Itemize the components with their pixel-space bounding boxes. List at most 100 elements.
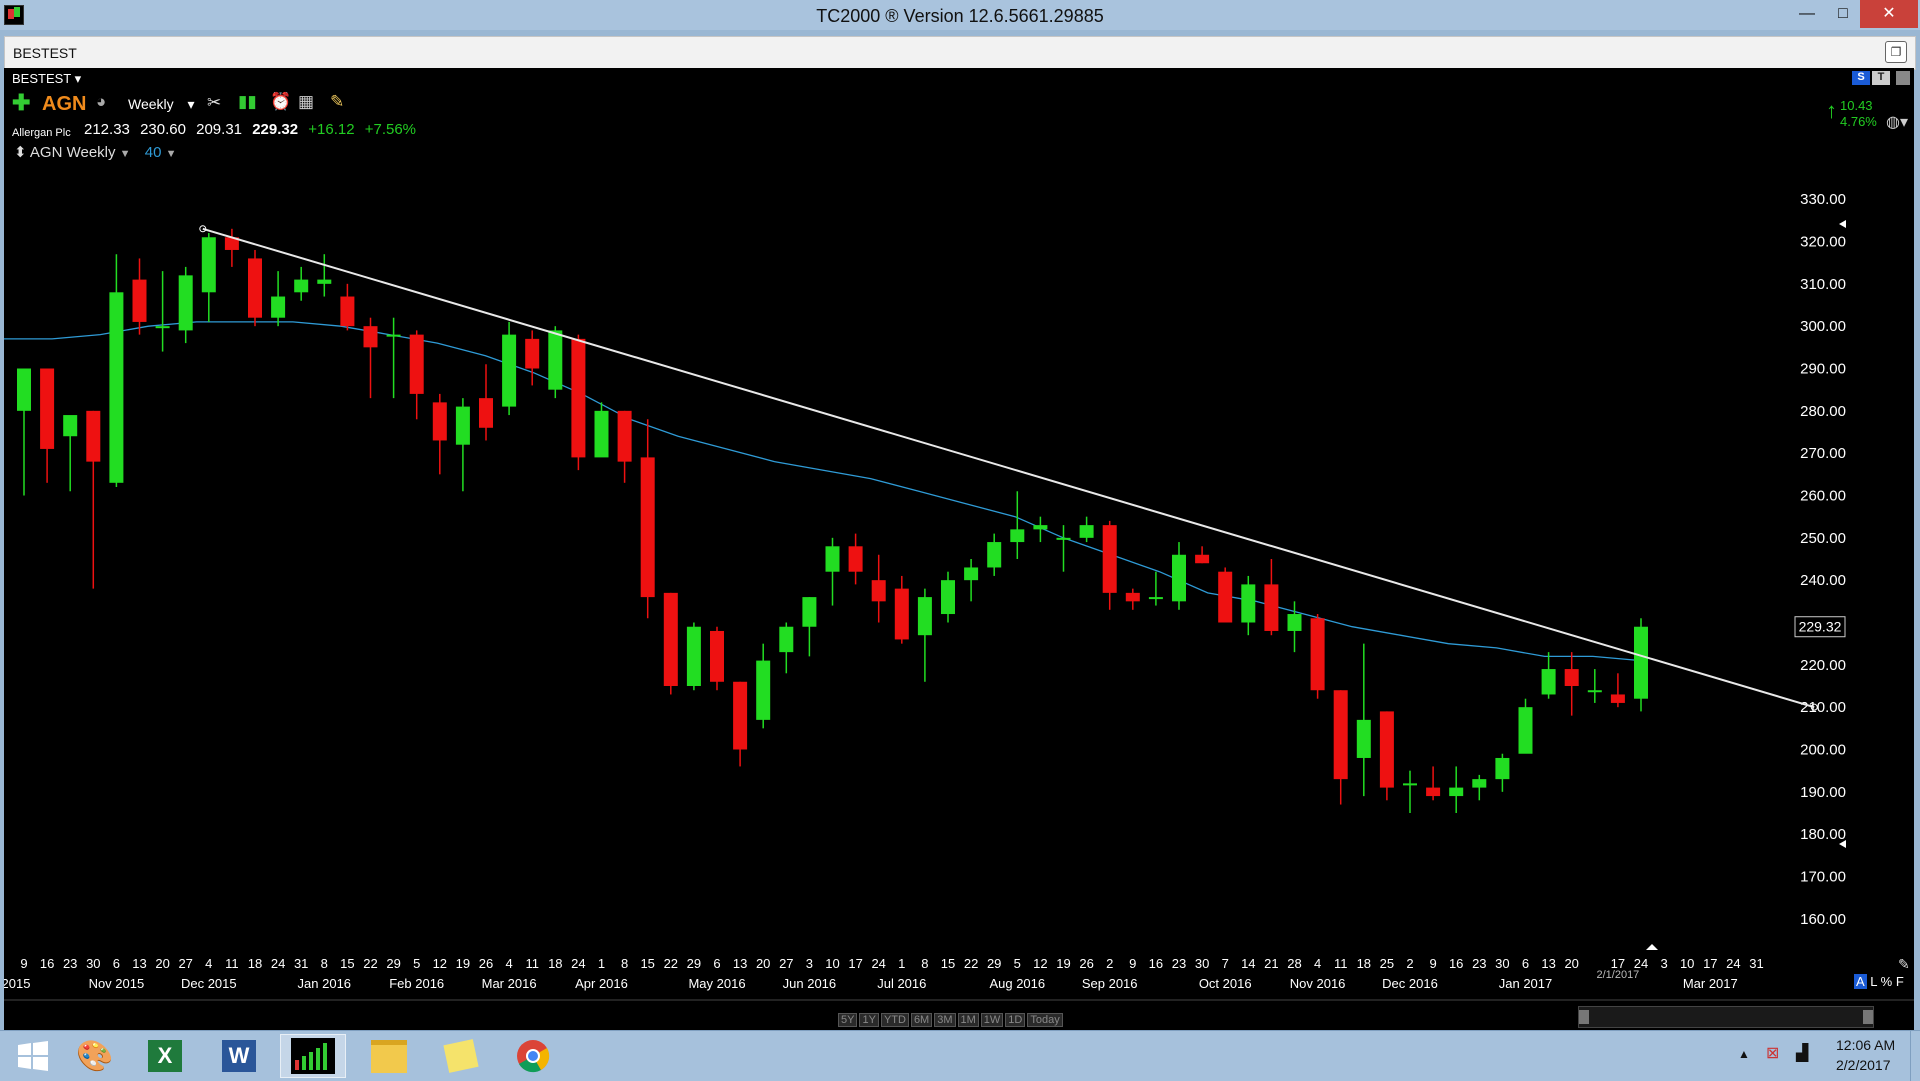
x-tick-label: 24	[271, 956, 285, 971]
x-tick-label: 20	[155, 956, 169, 971]
period-5y-button[interactable]: 5Y	[838, 1013, 858, 1027]
scale-t-button[interactable]: T	[1872, 71, 1890, 85]
clock-time[interactable]: 12:06 AM	[1836, 1037, 1895, 1053]
tools-icon[interactable]: ✂	[207, 93, 221, 113]
period-today-button[interactable]: Today	[1027, 1013, 1063, 1027]
x-tick-label: 1	[898, 956, 905, 971]
add-icon[interactable]: ✚	[12, 90, 30, 116]
x-tick-label: 23	[63, 956, 77, 971]
period-3m-button[interactable]: 3M	[934, 1013, 956, 1027]
x-tick-label: 15	[340, 956, 354, 971]
candle-body	[825, 546, 840, 572]
candle-body	[525, 338, 540, 369]
candle-body	[271, 296, 286, 318]
study-row[interactable]: ⬍ AGN Weekly ▼ 40 ▼	[14, 143, 176, 161]
candle-body	[1102, 525, 1117, 593]
candle-body	[1587, 690, 1602, 693]
x-tick-label: 29	[386, 956, 400, 971]
low-value: 209.31	[196, 121, 243, 138]
close-button[interactable]: ✕	[1860, 0, 1918, 28]
taskbar-excel[interactable]: X	[132, 1034, 198, 1078]
window-small-icon[interactable]	[1896, 71, 1910, 85]
x-month-label: Jan 2017	[1499, 976, 1553, 991]
scale-a-button[interactable]: A	[1854, 974, 1867, 989]
restore-window-icon[interactable]: ❐	[1885, 41, 1907, 63]
palette-icon[interactable]: ◍▾	[1886, 112, 1908, 132]
x-tick-label: 19	[456, 956, 470, 971]
signal-icon[interactable]: ▟	[1796, 1043, 1808, 1063]
price-chart[interactable]: 330.00 320.00 310.00 300.00 290.00 280.00 270.…	[4, 68, 1914, 1030]
x-month-label: 2/1/2017	[1596, 969, 1639, 981]
candle-body	[1079, 525, 1094, 538]
x-month-label: Mar 2016	[482, 976, 537, 991]
period-6m-button[interactable]: 6M	[910, 1013, 933, 1027]
x-tick-label: 30	[1495, 956, 1509, 971]
taskbar-chrome[interactable]	[500, 1034, 566, 1078]
taskbar-paint[interactable]: 🎨	[62, 1034, 128, 1078]
x-month-label: Dec 2015	[181, 976, 237, 991]
timeframe-dropdown[interactable]: Weekly ▾	[128, 96, 195, 113]
scale-mode-controls[interactable]: A L % F	[1854, 974, 1904, 989]
timeline-scrollbar[interactable]	[1578, 1006, 1874, 1028]
y-tick-label: 180.00	[1800, 826, 1846, 843]
alarm-clock-icon[interactable]: ⏰	[270, 92, 291, 112]
candle-body	[455, 406, 470, 445]
x-tick-label: 18	[1357, 956, 1371, 971]
scrollbar-right-handle[interactable]	[1863, 1010, 1873, 1024]
axis-marker-icon	[1839, 220, 1846, 228]
candle-body	[1033, 525, 1048, 530]
scale-l-button[interactable]: L	[1870, 974, 1877, 989]
scale-s-button[interactable]: S	[1852, 71, 1870, 85]
x-tick-label: 13	[733, 956, 747, 971]
y-tick-label: 200.00	[1800, 742, 1846, 759]
calculator-icon[interactable]: ▦	[298, 92, 314, 112]
bar-chart-icon[interactable]: ▮▮	[238, 92, 257, 112]
ma-period[interactable]: 40	[145, 144, 162, 161]
x-tick-label: 22	[363, 956, 377, 971]
y-tick-label: 310.00	[1800, 276, 1846, 293]
x-month-label: Dec 2016	[1382, 976, 1438, 991]
layout-tab-label[interactable]: BESTEST	[13, 45, 77, 61]
clock-date[interactable]: 2/2/2017	[1836, 1057, 1891, 1073]
taskbar-file-explorer[interactable]	[356, 1034, 422, 1078]
y-tick-label: 190.00	[1800, 784, 1846, 801]
period-1y-button[interactable]: 1Y	[859, 1013, 879, 1027]
pencil-icon[interactable]: ✎	[330, 92, 344, 112]
x-tick-label: 8	[921, 956, 928, 971]
y-tick-label: 170.00	[1800, 869, 1846, 886]
symbol-label[interactable]: AGN	[42, 93, 86, 116]
pencil-icon[interactable]: ✎	[1898, 956, 1910, 973]
period-ytd-button[interactable]: YTD	[880, 1013, 909, 1027]
minimize-button[interactable]: —	[1790, 0, 1824, 28]
period-1w-button[interactable]: 1W	[980, 1013, 1004, 1027]
period-1m-button[interactable]: 1M	[957, 1013, 979, 1027]
network-status-icon[interactable]: ⊠	[1766, 1043, 1779, 1063]
scale-f-button[interactable]: F	[1896, 974, 1904, 989]
candle-body	[917, 597, 932, 636]
scrollbar-left-handle[interactable]	[1579, 1010, 1589, 1024]
piggy-bank-icon[interactable]: ◕	[96, 92, 106, 112]
period-1d-button[interactable]: 1D	[1005, 1013, 1026, 1027]
x-tick-label: 4	[205, 956, 212, 971]
taskbar-tc2000[interactable]	[280, 1034, 346, 1078]
tray-expand-icon[interactable]: ▲	[1738, 1047, 1750, 1061]
x-tick-label: 11	[1334, 956, 1348, 971]
right-change: 10.43	[1840, 98, 1873, 113]
x-tick-label: 22	[964, 956, 978, 971]
x-tick-label: 9	[1129, 956, 1136, 971]
watchlist-dropdown[interactable]: BESTEST ▾	[12, 71, 81, 87]
scale-pct-button[interactable]: %	[1881, 974, 1893, 989]
x-tick-label: 31	[1749, 956, 1763, 971]
maximize-button[interactable]: □	[1826, 0, 1860, 28]
taskbar-word[interactable]: W	[206, 1034, 272, 1078]
candle-body	[848, 546, 863, 572]
x-tick-label: 27	[779, 956, 793, 971]
show-desktop-button[interactable]	[1910, 1031, 1920, 1081]
high-value: 230.60	[140, 121, 186, 138]
x-month-label: Jun 2016	[783, 976, 837, 991]
taskbar-sticky-notes[interactable]	[428, 1034, 494, 1078]
x-tick-label: 29	[987, 956, 1001, 971]
windows-start-button[interactable]	[0, 1034, 66, 1078]
sort-arrows-icon: ⬍	[14, 144, 27, 161]
word-icon: W	[222, 1040, 256, 1072]
